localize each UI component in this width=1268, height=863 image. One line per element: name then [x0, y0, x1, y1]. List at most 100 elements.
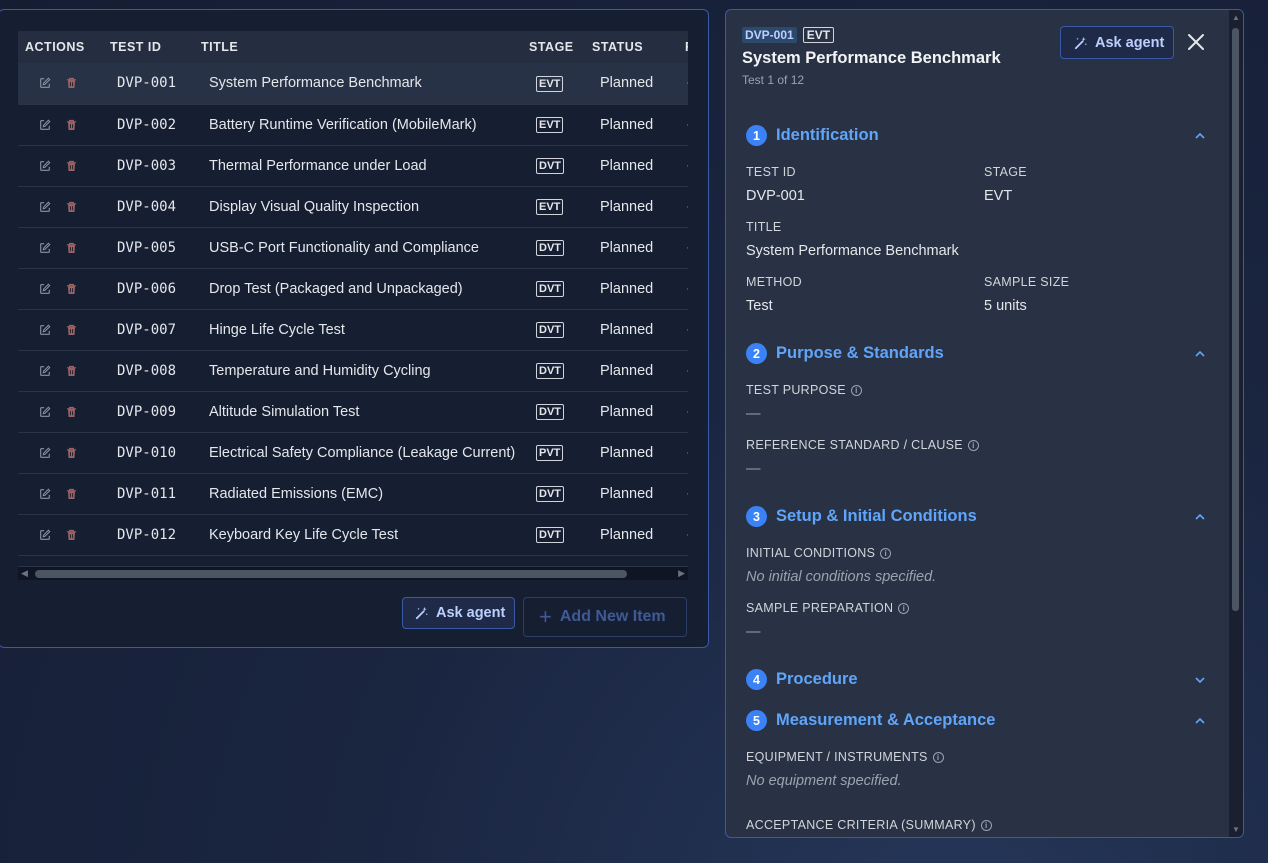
delete-icon[interactable] — [66, 406, 77, 418]
row-actions — [18, 432, 110, 473]
row-actions — [18, 186, 110, 227]
reference-standard-value: — — [746, 461, 761, 477]
cell-stage: EVT — [529, 186, 592, 227]
vertical-scrollbar[interactable]: ▲ ▼ — [1229, 10, 1243, 837]
stage-badge: EVT — [536, 199, 564, 215]
cell-stage: DVT — [529, 309, 592, 350]
close-icon[interactable] — [1186, 32, 1206, 52]
section-measurement-header[interactable]: 5 Measurement & Acceptance — [746, 710, 1206, 731]
scroll-up-arrow-icon[interactable]: ▲ — [1232, 13, 1240, 22]
test-id-badge: DVP-001 — [742, 27, 797, 43]
table-row[interactable]: DVP-010 Electrical Safety Compliance (Lea… — [18, 432, 688, 473]
edit-icon[interactable] — [39, 201, 51, 213]
section-number: 3 — [746, 506, 767, 527]
table-row[interactable]: DVP-004 Display Visual Quality Inspection… — [18, 186, 688, 227]
column-header-requirement[interactable]: RI — [682, 31, 688, 63]
edit-icon[interactable] — [39, 119, 51, 131]
edit-icon[interactable] — [39, 242, 51, 254]
table-row[interactable]: DVP-002 Battery Runtime Verification (Mob… — [18, 104, 688, 145]
cell-stage: PVT — [529, 432, 592, 473]
edit-icon[interactable] — [39, 529, 51, 541]
column-header-test-id[interactable]: TEST ID — [110, 31, 201, 63]
table-row[interactable]: DVP-001 System Performance Benchmark EVT Pl… — [18, 63, 688, 104]
stage-badge: DVT — [536, 322, 564, 338]
column-header-status[interactable]: STATUS — [592, 31, 682, 63]
table-row[interactable]: DVP-012 Keyboard Key Life Cycle Test DVT Pl… — [18, 514, 688, 555]
section-procedure-header[interactable]: 4 Procedure — [746, 669, 1206, 690]
delete-icon[interactable] — [66, 119, 77, 131]
delete-icon[interactable] — [66, 160, 77, 172]
section-number: 5 — [746, 710, 767, 731]
edit-icon[interactable] — [39, 488, 51, 500]
add-new-item-button[interactable]: + Add New Item — [523, 597, 687, 637]
scroll-right-arrow-icon[interactable]: ▶ — [678, 568, 685, 579]
delete-icon[interactable] — [66, 201, 77, 213]
magic-wand-icon — [1074, 36, 1087, 49]
cell-test-id: DVP-008 — [117, 362, 177, 379]
row-actions — [18, 309, 110, 350]
method-value: Test — [746, 298, 773, 314]
table-row[interactable]: DVP-006 Drop Test (Packaged and Unpackage… — [18, 268, 688, 309]
scroll-left-arrow-icon[interactable]: ◀ — [21, 568, 28, 579]
test-detail-panel: DVP-001 EVT System Performance Benchmark… — [725, 9, 1244, 838]
table-row[interactable]: DVP-009 Altitude Simulation Test DVT Planne… — [18, 391, 688, 432]
edit-icon[interactable] — [39, 324, 51, 336]
delete-icon[interactable] — [66, 529, 77, 541]
table-row[interactable]: DVP-003 Thermal Performance under Load DVT… — [18, 145, 688, 186]
stage-value: EVT — [984, 188, 1013, 204]
table-row[interactable]: DVP-007 Hinge Life Cycle Test DVT Planned - — [18, 309, 688, 350]
detail-ask-agent-button[interactable]: Ask agent — [1060, 26, 1174, 59]
ask-agent-label: Ask agent — [1095, 34, 1165, 51]
section-title: Measurement & Acceptance — [776, 711, 996, 729]
info-icon[interactable]: i — [932, 751, 944, 763]
info-icon[interactable]: i — [967, 439, 979, 451]
test-table-scroll-area[interactable]: ACTIONS TEST ID TITLE STAGE STATUS RI DV… — [18, 31, 688, 579]
column-header-title[interactable]: TITLE — [201, 31, 529, 63]
cell-title: System Performance Benchmark — [209, 75, 422, 92]
edit-icon[interactable] — [39, 365, 51, 377]
cell-test-id: DVP-006 — [117, 280, 177, 297]
cell-test-id: DVP-003 — [117, 157, 177, 174]
cell-stage: DVT — [529, 391, 592, 432]
edit-icon[interactable] — [39, 406, 51, 418]
section-purpose-header[interactable]: 2 Purpose & Standards — [746, 343, 1206, 364]
delete-icon[interactable] — [66, 447, 77, 459]
initial-conditions-value: No initial conditions specified. — [746, 569, 937, 585]
delete-icon[interactable] — [66, 283, 77, 295]
delete-icon[interactable] — [66, 324, 77, 336]
edit-icon[interactable] — [39, 77, 51, 89]
cell-stage: EVT — [529, 104, 592, 145]
info-icon[interactable]: i — [850, 384, 862, 396]
scrollbar-thumb[interactable] — [1232, 28, 1239, 611]
cell-status: Planned — [600, 198, 654, 215]
edit-icon[interactable] — [39, 283, 51, 295]
title-value: System Performance Benchmark — [746, 243, 959, 259]
table-row[interactable]: DVP-008 Temperature and Humidity Cycling D… — [18, 350, 688, 391]
delete-icon[interactable] — [66, 365, 77, 377]
delete-icon[interactable] — [66, 77, 77, 89]
horizontal-scrollbar[interactable]: ◀ ▶ — [18, 566, 688, 580]
section-setup-header[interactable]: 3 Setup & Initial Conditions — [746, 506, 1206, 527]
stage-badge: DVT — [536, 363, 564, 379]
info-icon[interactable]: i — [880, 547, 892, 559]
cell-test-id: DVP-010 — [117, 444, 177, 461]
cell-title: Electrical Safety Compliance (Leakage Cu… — [209, 444, 516, 461]
ask-agent-button[interactable]: Ask agent — [402, 597, 515, 629]
edit-icon[interactable] — [39, 160, 51, 172]
info-icon[interactable]: i — [980, 819, 992, 831]
table-row[interactable]: DVP-011 Radiated Emissions (EMC) DVT Planne… — [18, 473, 688, 514]
section-identification-header[interactable]: 1 Identification — [746, 125, 1206, 146]
section-number: 4 — [746, 669, 767, 690]
cell-status: Planned — [600, 362, 654, 379]
column-header-stage[interactable]: STAGE — [529, 31, 592, 63]
cell-stage: DVT — [529, 268, 592, 309]
delete-icon[interactable] — [66, 488, 77, 500]
info-icon[interactable]: i — [898, 602, 910, 614]
cell-requirement: - — [682, 145, 688, 186]
scroll-down-arrow-icon[interactable]: ▼ — [1232, 825, 1240, 834]
delete-icon[interactable] — [66, 242, 77, 254]
detail-subtitle: Test 1 of 12 — [742, 73, 805, 87]
scrollbar-thumb[interactable] — [35, 570, 627, 578]
table-row[interactable]: DVP-005 USB-C Port Functionality and Comp… — [18, 227, 688, 268]
edit-icon[interactable] — [39, 447, 51, 459]
